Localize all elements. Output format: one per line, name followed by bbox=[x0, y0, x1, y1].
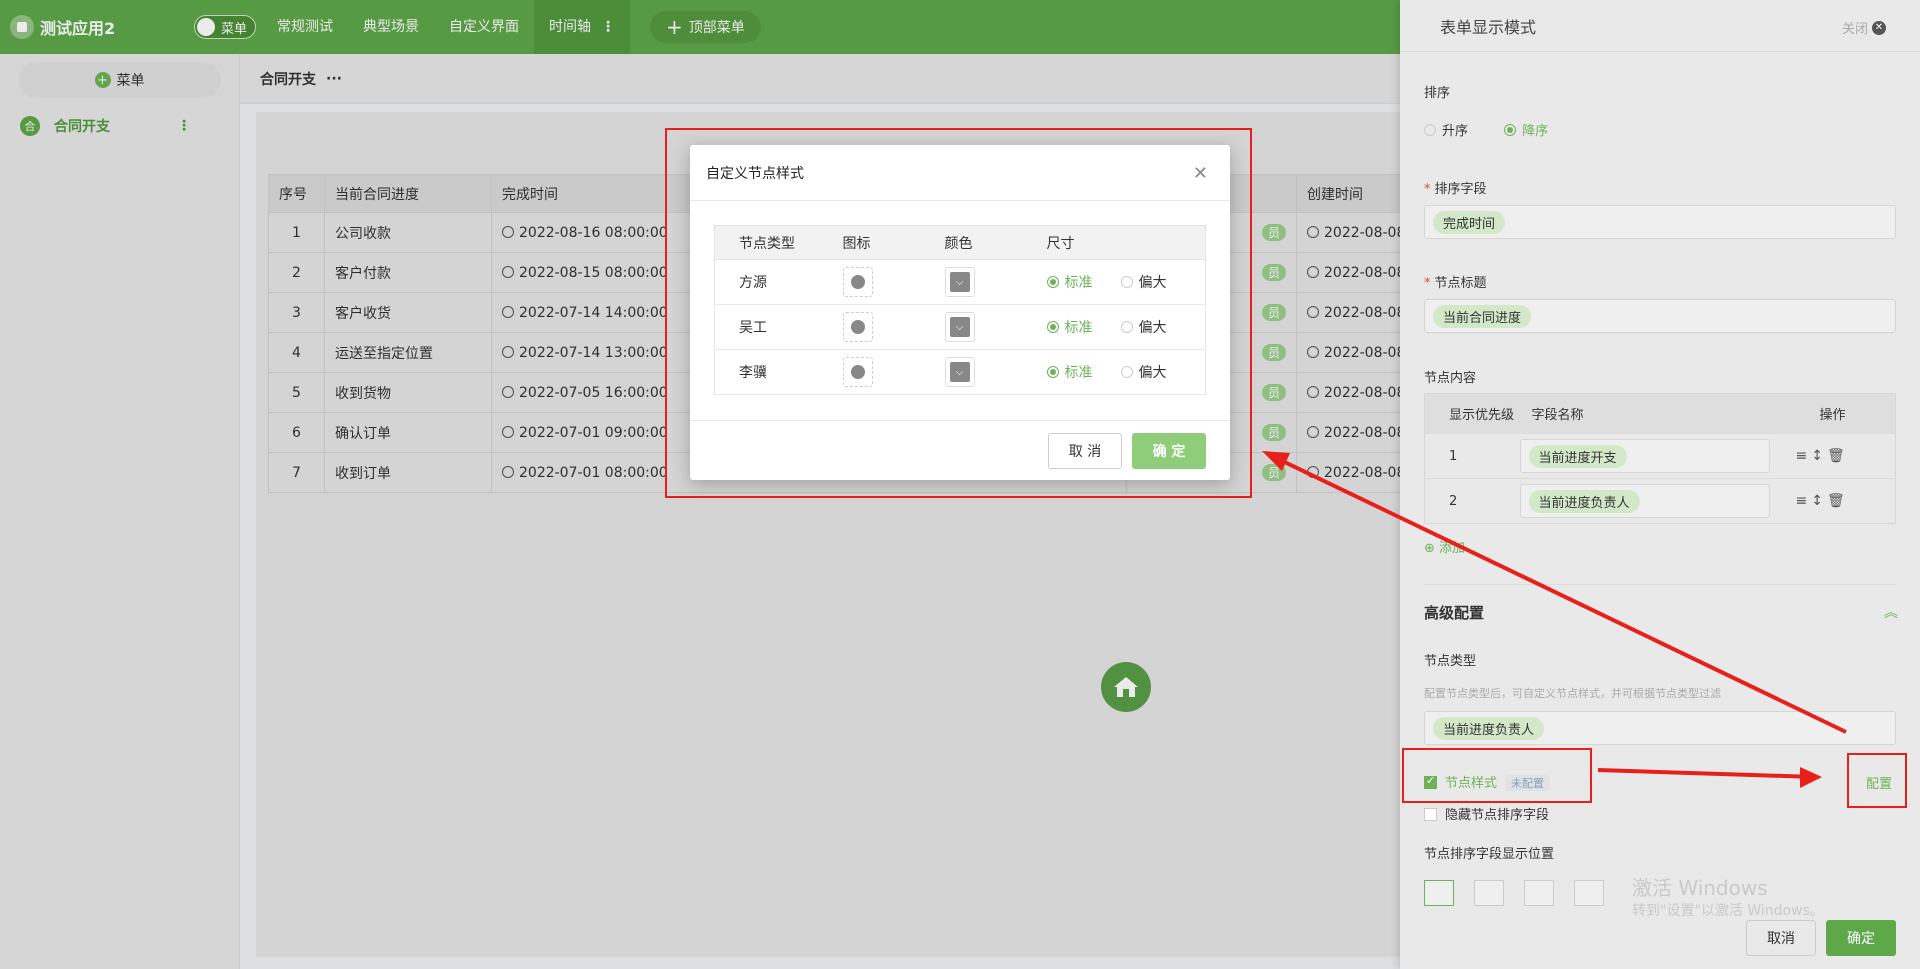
node-title-value: 当前合同进度 bbox=[1433, 304, 1532, 328]
hide-sort-checkbox[interactable] bbox=[1424, 808, 1437, 821]
node-content-table: 显示优先级 字段名称 操作 1 当前进度开支 ≡↕🗑 2 当前进度负责人 ≡↕🗑 bbox=[1424, 393, 1896, 524]
sort-field-value: 完成时间 bbox=[1433, 210, 1506, 234]
sort-asc-radio[interactable] bbox=[1424, 124, 1436, 136]
annotation-box-node-style bbox=[1402, 748, 1592, 803]
field-select[interactable]: 当前进度负责人 bbox=[1519, 484, 1770, 518]
close-label: 关闭 bbox=[1841, 22, 1868, 37]
content-row: 1 当前进度开支 ≡↕🗑 bbox=[1424, 433, 1896, 479]
field-value: 当前进度负责人 bbox=[1528, 489, 1640, 513]
advanced-config-title: 高级配置 bbox=[1424, 604, 1485, 622]
drawer-cancel-button[interactable]: 取消 bbox=[1746, 920, 1816, 956]
col-header-priority: 显示优先级 bbox=[1424, 393, 1520, 434]
divider bbox=[1424, 584, 1896, 585]
windows-watermark-title: 激活 Windows bbox=[1632, 876, 1768, 900]
plus-circle-icon: ⊕ bbox=[1424, 541, 1435, 556]
annotation-box-config bbox=[1847, 753, 1907, 808]
content-row: 2 当前进度负责人 ≡↕🗑 bbox=[1424, 478, 1896, 524]
delete-icon[interactable]: 🗑 bbox=[1827, 448, 1849, 464]
cell-priority: 2 bbox=[1424, 478, 1520, 524]
field-select[interactable]: 当前进度开支 bbox=[1519, 439, 1770, 473]
cell-field: 当前进度负责人 bbox=[1519, 478, 1796, 524]
windows-watermark-hint: 转到"设置"以激活 Windows。 bbox=[1632, 903, 1824, 919]
sort-label: 排序 bbox=[1424, 86, 1451, 101]
sort-handle-icon[interactable]: ≡↕ bbox=[1796, 448, 1827, 464]
sort-position-options bbox=[1424, 880, 1604, 906]
chevron-up-icon[interactable]: ︽ bbox=[1884, 602, 1898, 622]
cell-operation: ≡↕🗑 bbox=[1795, 433, 1896, 479]
sort-field-label-text: 排序字段 bbox=[1434, 182, 1487, 197]
node-title-label-text: 节点标题 bbox=[1434, 276, 1487, 291]
node-type-label: 节点类型 bbox=[1424, 654, 1477, 669]
add-content-link[interactable]: ⊕ 添加 bbox=[1424, 537, 1465, 556]
position-option-middle[interactable] bbox=[1524, 880, 1554, 906]
col-header-operation: 操作 bbox=[1795, 393, 1896, 434]
node-type-value: 当前进度负责人 bbox=[1433, 716, 1545, 740]
sort-position-label: 节点排序字段显示位置 bbox=[1424, 847, 1555, 862]
delete-icon[interactable]: 🗑 bbox=[1827, 493, 1849, 509]
sort-radio-group: 升序 降序 bbox=[1424, 120, 1548, 139]
sort-asc-label[interactable]: 升序 bbox=[1442, 124, 1468, 139]
node-title-label: * 节点标题 bbox=[1424, 276, 1487, 291]
sort-field-label: * 排序字段 bbox=[1424, 182, 1487, 197]
annotation-box-dialog bbox=[665, 128, 1252, 498]
node-type-hint: 配置节点类型后，可自定义节点样式，并可根据节点类型过滤 bbox=[1424, 687, 1721, 700]
form-display-drawer: 表单显示模式 关闭 ✕ 排序 升序 降序 * 排序字段 完成时间 * 节点标题 当前合… bbox=[1400, 0, 1920, 969]
cell-field: 当前进度开支 bbox=[1519, 433, 1796, 479]
drawer-close-button[interactable]: 关闭 ✕ bbox=[1842, 18, 1886, 37]
node-content-label: 节点内容 bbox=[1424, 371, 1477, 386]
node-type-select[interactable]: 当前进度负责人 bbox=[1424, 711, 1896, 745]
position-option-left[interactable] bbox=[1474, 880, 1504, 906]
cell-priority: 1 bbox=[1424, 433, 1520, 479]
close-icon: ✕ bbox=[1872, 20, 1886, 35]
position-option-bottom[interactable] bbox=[1574, 880, 1604, 906]
sort-desc-label[interactable]: 降序 bbox=[1522, 124, 1548, 139]
col-header-field-name: 字段名称 bbox=[1519, 393, 1796, 434]
cell-operation: ≡↕🗑 bbox=[1795, 478, 1896, 524]
drawer-confirm-button[interactable]: 确定 bbox=[1826, 920, 1896, 956]
sort-handle-icon[interactable]: ≡↕ bbox=[1796, 493, 1827, 509]
drawer-title: 表单显示模式 bbox=[1440, 17, 1537, 37]
hide-sort-row: 隐藏节点排序字段 bbox=[1424, 804, 1549, 823]
hide-sort-label[interactable]: 隐藏节点排序字段 bbox=[1445, 808, 1549, 823]
sort-field-select[interactable]: 完成时间 bbox=[1424, 205, 1896, 239]
drawer-header: 表单显示模式 关闭 ✕ bbox=[1400, 0, 1920, 52]
node-title-select[interactable]: 当前合同进度 bbox=[1424, 299, 1896, 333]
field-value: 当前进度开支 bbox=[1528, 444, 1627, 468]
add-content-label: 添加 bbox=[1439, 541, 1466, 556]
sort-desc-radio[interactable] bbox=[1504, 124, 1517, 136]
position-option-top[interactable] bbox=[1424, 880, 1454, 906]
